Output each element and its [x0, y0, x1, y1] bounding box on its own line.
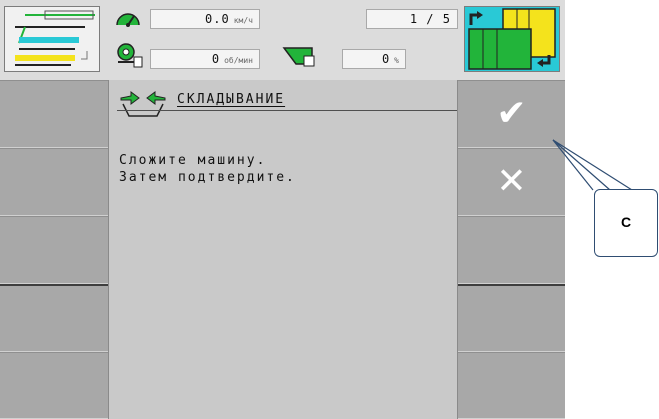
callout-pointer — [552, 139, 633, 191]
callout-label-box: C — [594, 189, 658, 257]
callout-label: C — [620, 214, 632, 230]
